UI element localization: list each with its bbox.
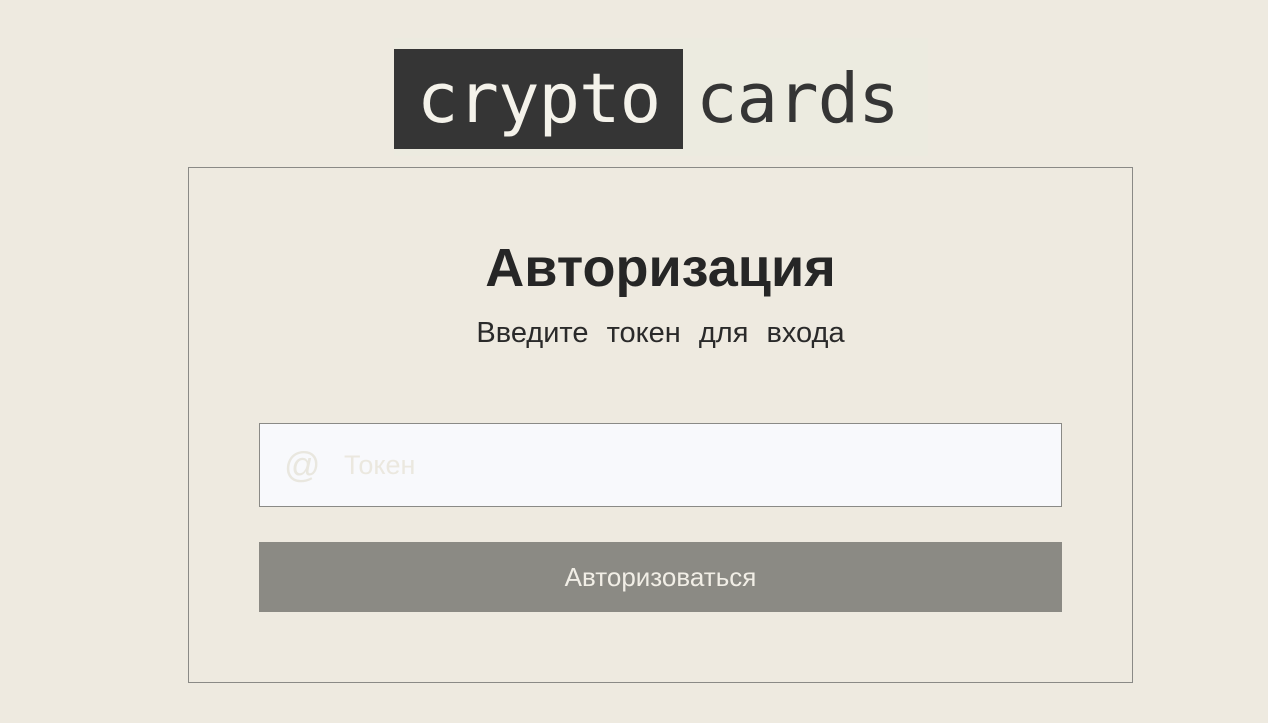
auth-title: Авторизация <box>485 238 836 298</box>
auth-subtitle: Введите токен для входа <box>476 317 845 349</box>
logo: crypto cards <box>394 38 928 156</box>
token-field[interactable]: @ <box>259 423 1062 507</box>
at-icon: @ <box>284 444 321 485</box>
auth-card: Авторизация Введите токен для входа @ Ав… <box>188 167 1133 683</box>
logo-cards: cards <box>696 59 900 139</box>
authorize-button[interactable]: Авторизоваться <box>259 542 1062 612</box>
logo-crypto: crypto <box>394 49 683 149</box>
token-input[interactable] <box>344 424 1054 506</box>
